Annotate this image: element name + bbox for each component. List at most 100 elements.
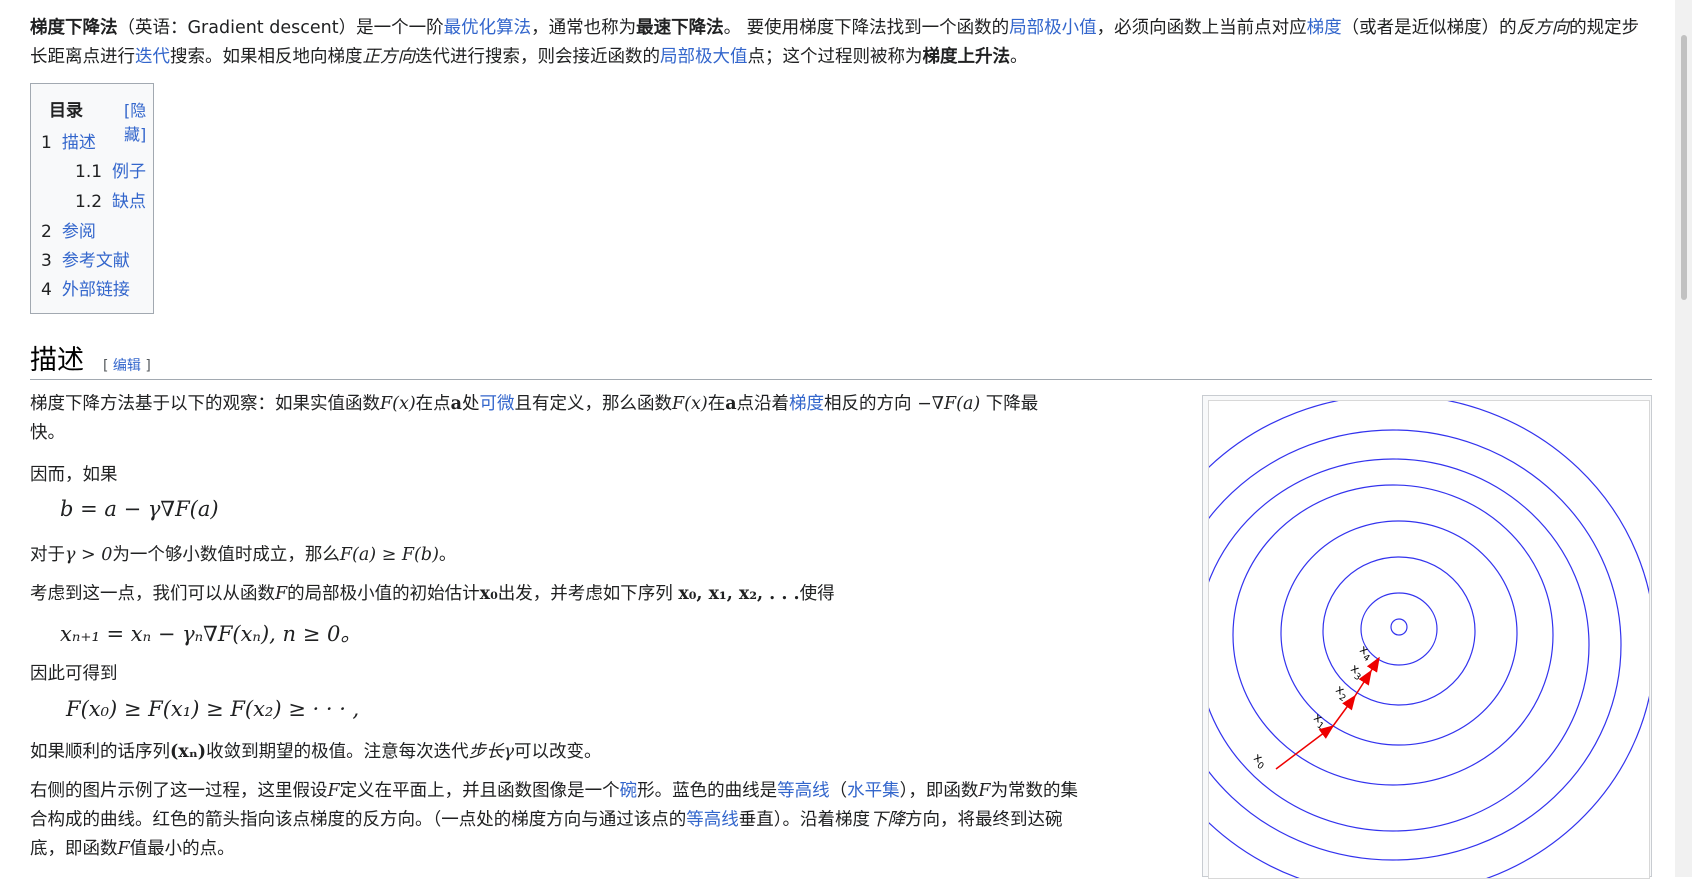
toc-link[interactable]: 参考文献 [62,251,130,271]
text: 底，即函数 [30,839,118,859]
text: 的局部极小值的初始估计 [287,584,480,604]
intro-text: 。 要使用梯度下降法找到一个函数的 [723,18,1010,38]
text: 为常数的集 [990,781,1079,801]
toc-item-see-also[interactable]: 2 参阅 [41,217,96,242]
page-scrollbar-thumb[interactable] [1681,35,1687,300]
contour-line [1196,458,1590,832]
toc-link[interactable]: 描述 [62,133,96,153]
toc-hide-toggle[interactable]: [隐藏] [124,97,153,145]
paragraph-sequence: 考虑到这一点，我们可以从函数F的局部极小值的初始估计x₀出发，并考虑如下序列 x… [30,580,1180,609]
bracket: ] [140,358,151,374]
text: ），即函数 [899,781,979,801]
math: F(x) [672,394,708,414]
intro-text: 搜索。如果相反地向梯度 [170,47,363,67]
math: (xₙ) [170,742,207,762]
intro-text: （或者是近似梯度）的 [1341,18,1517,38]
link-contour[interactable]: 等高线 [686,810,739,830]
paragraph-therefore: 因此可得到 [30,664,118,684]
link-bowl[interactable]: 碗 [620,781,638,801]
math: γ > 0 [65,545,113,565]
term-steepest-descent: 最速下降法 [636,18,724,38]
toc-link[interactable]: 外部链接 [62,280,130,300]
formula-iteration: xₙ₊₁ = xₙ − γₙ∇F(xₙ), n ≥ 0。 [60,618,361,648]
link-local-maximum[interactable]: 局部极大值 [660,47,748,67]
iterate-label: x0 [1249,750,1270,772]
toc-number: 4 [41,280,52,300]
contour-plot: x0x1x2x3x4 [1130,394,1656,882]
math: −∇F(a) [917,394,981,414]
descent-arrow [1366,656,1380,673]
text: 可以改变。 [514,742,602,762]
term-step-size: 步长 [468,742,504,762]
heading-divider [30,379,1652,380]
toc-link[interactable]: 例子 [112,162,146,182]
toc-item-example[interactable]: 1.1 例子 [75,157,146,182]
text: 垂直）。沿着梯度 [738,810,870,830]
link-gradient[interactable]: 梯度 [1307,18,1342,38]
bracket: [ [103,358,113,374]
contour-line [1360,592,1438,666]
math: xₙ₊₁ = xₙ − γₙ∇F(xₙ), n ≥ 0。 [60,622,362,646]
link-gradient[interactable]: 梯度 [789,394,824,414]
text: 在点 [415,394,451,414]
toc-number: 1 [41,133,52,153]
iterate-label: x2 [1331,682,1352,704]
text: 对于 [30,545,65,565]
toc-link[interactable]: 参阅 [62,222,96,242]
toc-number: 3 [41,251,52,271]
math: γ [503,742,515,762]
contour-line [1280,520,1518,746]
formula-update: b = a − γ∇F(a) [60,497,219,521]
text: 形。蓝色的曲线是 [637,781,778,801]
text: 下降最 [980,394,1039,414]
gradient-descent-contour-image[interactable]: x0 x1 x2 x3 x4 [1130,394,1656,882]
link-optimization[interactable]: 最优化算法 [444,18,532,38]
link-local-minimum[interactable]: 局部极小值 [1009,18,1097,38]
text: 为一个够小数值时成立，那么 [112,545,340,565]
text: 相反的方向 [824,394,918,414]
term-gradient-ascent: 梯度上升法 [922,47,1011,67]
toc-number: 2 [41,222,52,242]
intro-text: ，必须向函数上当前点对应 [1096,18,1307,38]
math: F [275,584,288,604]
toc-number: 1.2 [75,192,103,212]
paragraph-condition: 对于γ > 0为一个够小数值时成立，那么F(a) ≥ F(b)。 [30,541,1180,570]
edit-section-link-wrap: [ 编辑 ] [103,355,151,375]
math: x₀, x₁, x₂, . . . [678,584,800,604]
table-of-contents: 目录 [隐藏] 1 描述 1.1 例子 1.2 缺点 2 参阅 3 参考文献 4 外部链接 [30,83,154,314]
toc-link[interactable]: 缺点 [112,192,146,212]
text: 如果顺利的话序列 [30,742,170,762]
intro-text: （英语：Gradient descent）是一个一阶 [117,18,444,38]
contour-line [1322,556,1476,706]
edit-section-link[interactable]: 编辑 [113,358,141,374]
link-level-set[interactable]: 水平集 [847,781,900,801]
paragraph-observation: 梯度下降方法基于以下的观察：如果实值函数F(x)在点a处可微且有定义，那么函数F… [30,390,1180,448]
math: a [450,394,463,414]
math: F(x) [380,394,416,414]
text: 梯度下降方法基于以下的观察：如果实值函数 [30,394,380,414]
paragraph-illustration: 右侧的图片示例了这一过程，这里假设F定义在平面上，并且函数图像是一个碗形。蓝色的… [30,777,1180,864]
toc-item-description[interactable]: 1 描述 [41,128,96,153]
math: b = a − γ∇F(a) [60,497,219,521]
math: x₀ [479,584,498,604]
toc-item-drawbacks[interactable]: 1.2 缺点 [75,187,146,212]
text: 使得 [799,584,835,604]
toc-item-external-links[interactable]: 4 外部链接 [41,275,130,300]
term-descent: 下降 [870,810,905,830]
iterate-label: x3 [1346,661,1367,683]
text: 。 [438,545,457,565]
text: 在 [707,394,726,414]
text: 考虑到这一点，我们可以从函数 [30,584,275,604]
text: 快。 [30,423,65,443]
text: 合构成的曲线。红色的箭头指向该点梯度的反方向。（一点处的梯度方向与通过该点的 [30,810,687,830]
link-contour[interactable]: 等高线 [777,781,830,801]
link-iteration[interactable]: 迭代 [135,47,170,67]
toc-number: 1.1 [75,162,103,182]
text: 收敛到期望的极值。注意每次迭代 [206,742,469,762]
math: a [725,394,737,414]
text: 出发，并考虑如下序列 [497,584,679,604]
link-differentiable[interactable]: 可微 [480,394,515,414]
toc-item-references[interactable]: 3 参考文献 [41,246,130,271]
math: F [327,781,340,801]
text: 处 [462,394,480,414]
